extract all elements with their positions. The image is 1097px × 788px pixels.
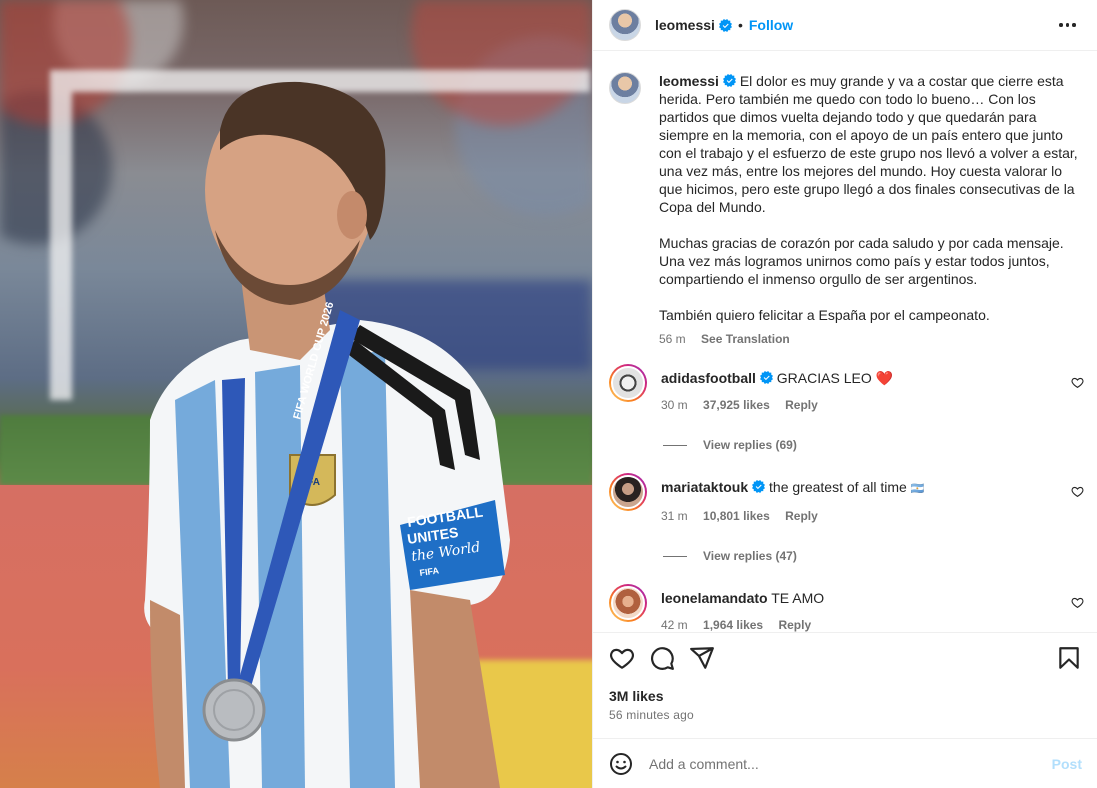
commenter-avatar[interactable] (609, 584, 647, 622)
comment-timestamp: 30 m (661, 398, 688, 412)
like-comment-heart-icon[interactable] (1071, 485, 1084, 498)
arm (150, 600, 185, 788)
comment-meta: 31 m 10,801 likes Reply (661, 507, 1056, 525)
post-caption: leomessi El dolor es muy grande y va a c… (593, 52, 1097, 348)
comments-section[interactable]: leomessi El dolor es muy grande y va a c… (593, 52, 1097, 632)
caption-meta: 56 m See Translation (659, 330, 1079, 348)
replies-divider (663, 444, 687, 446)
verified-badge-icon (752, 480, 766, 493)
heart-emoji: ❤️ (875, 370, 894, 386)
comment-content: TE AMO (771, 590, 825, 606)
commenter-username[interactable]: mariataktouk (661, 479, 748, 495)
view-replies-button[interactable]: View replies (47) (663, 549, 1097, 563)
header-dot-separator: • (737, 17, 743, 33)
comment-body: mariataktouk the greatest of all time 🇦🇷… (661, 473, 1056, 525)
action-icons-row (609, 645, 1082, 671)
verified-badge-icon (718, 18, 732, 32)
more-options-icon[interactable] (1059, 18, 1079, 32)
like-comment-heart-icon[interactable] (1071, 376, 1084, 389)
comment-text: leonelamandato TE AMO (661, 589, 1056, 607)
comment-icon[interactable] (649, 645, 675, 671)
comment-text: adidasfootball GRACIAS LEO ❤️ (661, 369, 1056, 387)
verified-badge-icon (722, 74, 736, 87)
see-translation-link[interactable]: See Translation (701, 332, 790, 346)
comment-like-count[interactable]: 37,925 likes (703, 398, 770, 412)
view-replies-button[interactable]: View replies (69) (663, 438, 1097, 452)
arm (410, 590, 500, 788)
commenter-username[interactable]: adidasfootball (661, 370, 756, 386)
add-comment-bar: Post (593, 738, 1097, 788)
commenter-username[interactable]: leonelamandato (661, 590, 768, 606)
caption-content: El dolor es muy grande y va a costar que… (659, 73, 1078, 323)
comment-timestamp: 42 m (661, 618, 688, 632)
caption-username[interactable]: leomessi (659, 73, 719, 89)
follow-button[interactable]: Follow (749, 17, 793, 33)
comment-like-count[interactable]: 1,964 likes (703, 618, 763, 632)
comment-meta: 42 m 1,964 likes Reply (661, 616, 1056, 632)
comment-text: mariataktouk the greatest of all time 🇦🇷 (661, 478, 1056, 498)
share-icon[interactable] (689, 645, 715, 671)
comment-item: mariataktouk the greatest of all time 🇦🇷… (593, 473, 1097, 525)
comment-content: the greatest of all time (769, 479, 907, 495)
post-actions: 3M likes 56 minutes ago (593, 632, 1097, 722)
comment-body: adidasfootball GRACIAS LEO ❤️ 30 m 37,92… (661, 364, 1056, 414)
caption-timestamp: 56 m (659, 332, 686, 346)
commenter-avatar[interactable] (609, 364, 647, 402)
comment-body: leonelamandato TE AMO 42 m 1,964 likes R… (661, 584, 1056, 632)
caption-body: leomessi El dolor es muy grande y va a c… (659, 72, 1079, 348)
post-photo[interactable]: FOOTBALL UNITES the World FIFA AFA FIFA … (0, 0, 592, 788)
reply-button[interactable]: Reply (785, 398, 818, 412)
post-header: leomessi • Follow (593, 0, 1097, 51)
post-time-ago[interactable]: 56 minutes ago (609, 708, 1082, 722)
commenter-avatar[interactable] (609, 473, 647, 511)
reply-button[interactable]: Reply (778, 618, 811, 632)
comment-timestamp: 31 m (661, 509, 688, 523)
comment-item: leonelamandato TE AMO 42 m 1,964 likes R… (593, 584, 1097, 632)
heart-icon[interactable] (609, 645, 635, 671)
comment-item: adidasfootball GRACIAS LEO ❤️ 30 m 37,92… (593, 364, 1097, 414)
emoji-icon[interactable] (609, 752, 633, 776)
post-comment-button[interactable]: Post (1052, 756, 1082, 772)
like-comment-heart-icon[interactable] (1071, 596, 1084, 609)
author-username[interactable]: leomessi (655, 17, 715, 33)
comment-meta: 30 m 37,925 likes Reply (661, 396, 1056, 414)
save-icon[interactable] (1056, 645, 1082, 671)
comment-content: GRACIAS LEO (776, 370, 872, 386)
replies-divider (663, 555, 687, 557)
likes-count[interactable]: 3M likes (609, 688, 1082, 704)
caption-text: leomessi El dolor es muy grande y va a c… (659, 72, 1079, 324)
author-avatar[interactable] (609, 9, 641, 41)
caption-author-avatar[interactable] (609, 72, 641, 104)
comment-input[interactable] (649, 755, 1052, 772)
comment-like-count[interactable]: 10,801 likes (703, 509, 770, 523)
reply-button[interactable]: Reply (785, 509, 818, 523)
view-replies-label: View replies (69) (703, 438, 797, 452)
player-illustration: FOOTBALL UNITES the World FIFA AFA FIFA … (144, 81, 510, 788)
post-side-panel: leomessi • Follow leomessi El dolor es m… (592, 0, 1097, 788)
verified-badge-icon (759, 371, 773, 384)
view-replies-label: View replies (47) (703, 549, 797, 563)
ear (337, 191, 367, 239)
flag-emoji: 🇦🇷 (910, 483, 925, 495)
